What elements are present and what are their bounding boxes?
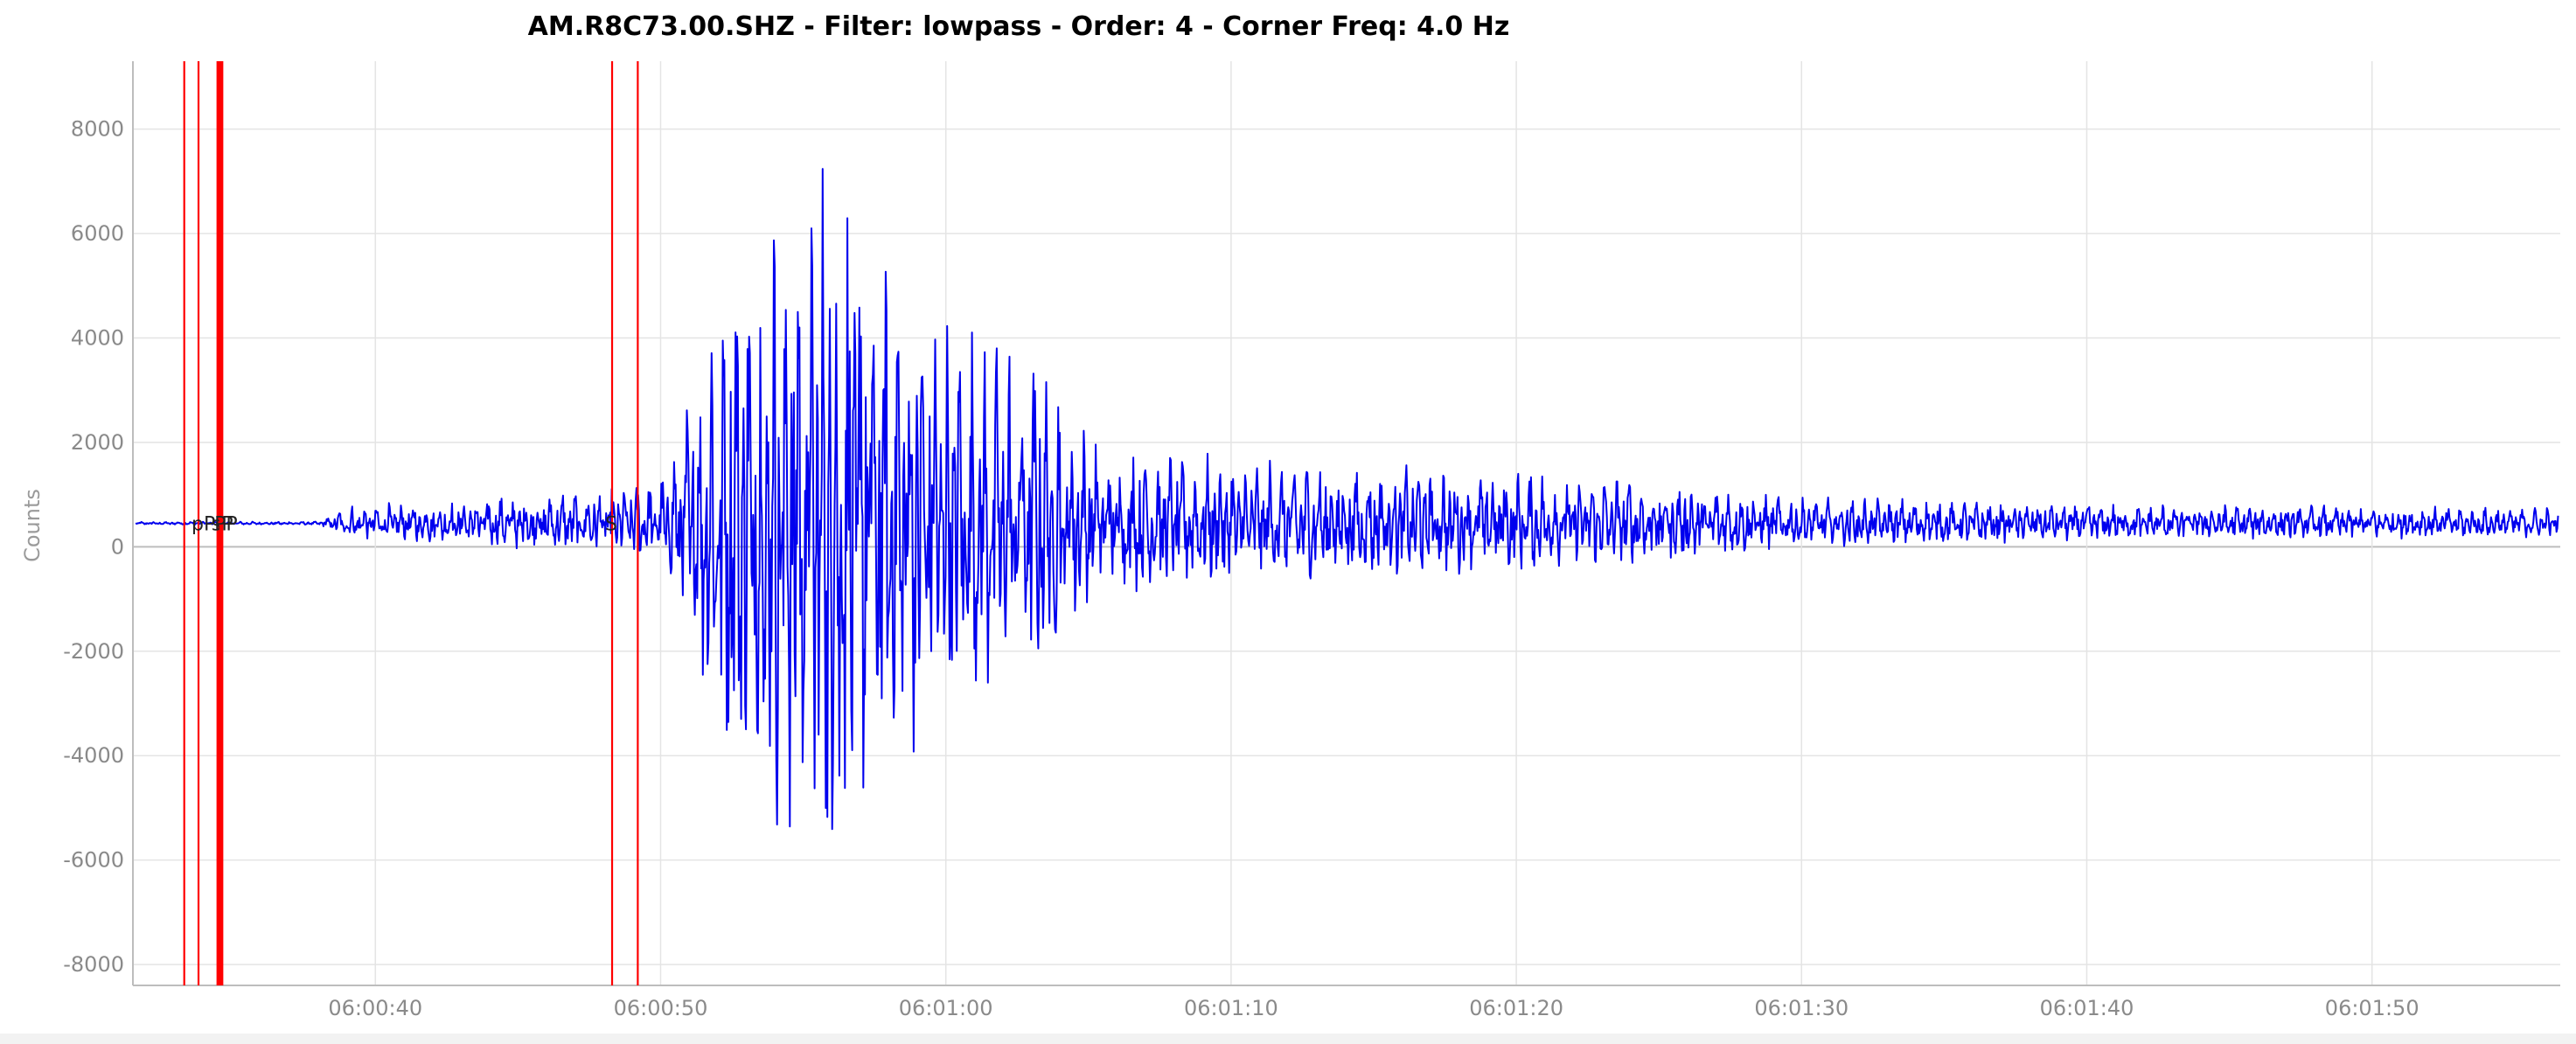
- y-tick-label: -2000: [63, 639, 124, 664]
- y-tick-label: -4000: [63, 743, 124, 768]
- x-tick-label: 06:01:50: [2325, 996, 2419, 1020]
- y-tick-label: 6000: [71, 221, 124, 246]
- y-tick-label: 8000: [71, 117, 124, 142]
- x-tick-label: 06:01:10: [1184, 996, 1278, 1020]
- seismogram-chart: AM.R8C73.00.SHZ - Filter: lowpass - Orde…: [0, 0, 2576, 1034]
- x-tick-label: 06:00:40: [328, 996, 422, 1020]
- y-tick-label: 4000: [71, 326, 124, 351]
- y-tick-label: -6000: [63, 848, 124, 873]
- chart-svg: AM.R8C73.00.SHZ - Filter: lowpass - Orde…: [0, 0, 2576, 1034]
- x-tick-label: 06:01:40: [2040, 996, 2134, 1020]
- y-tick-label: -8000: [63, 952, 124, 977]
- x-tick-label: 06:01:30: [1754, 996, 1848, 1020]
- phase-marker-label: S: [605, 514, 617, 536]
- x-tick-label: 06:00:50: [614, 996, 708, 1020]
- y-tick-label: 0: [111, 534, 124, 559]
- chart-title: AM.R8C73.00.SHZ - Filter: lowpass - Orde…: [528, 11, 1510, 42]
- x-tick-label: 06:01:20: [1469, 996, 1563, 1020]
- y-axis-label: Counts: [20, 489, 45, 562]
- y-tick-label: 2000: [71, 430, 124, 455]
- phase-marker-label: PP: [214, 514, 238, 536]
- x-tick-label: 06:01:00: [899, 996, 993, 1020]
